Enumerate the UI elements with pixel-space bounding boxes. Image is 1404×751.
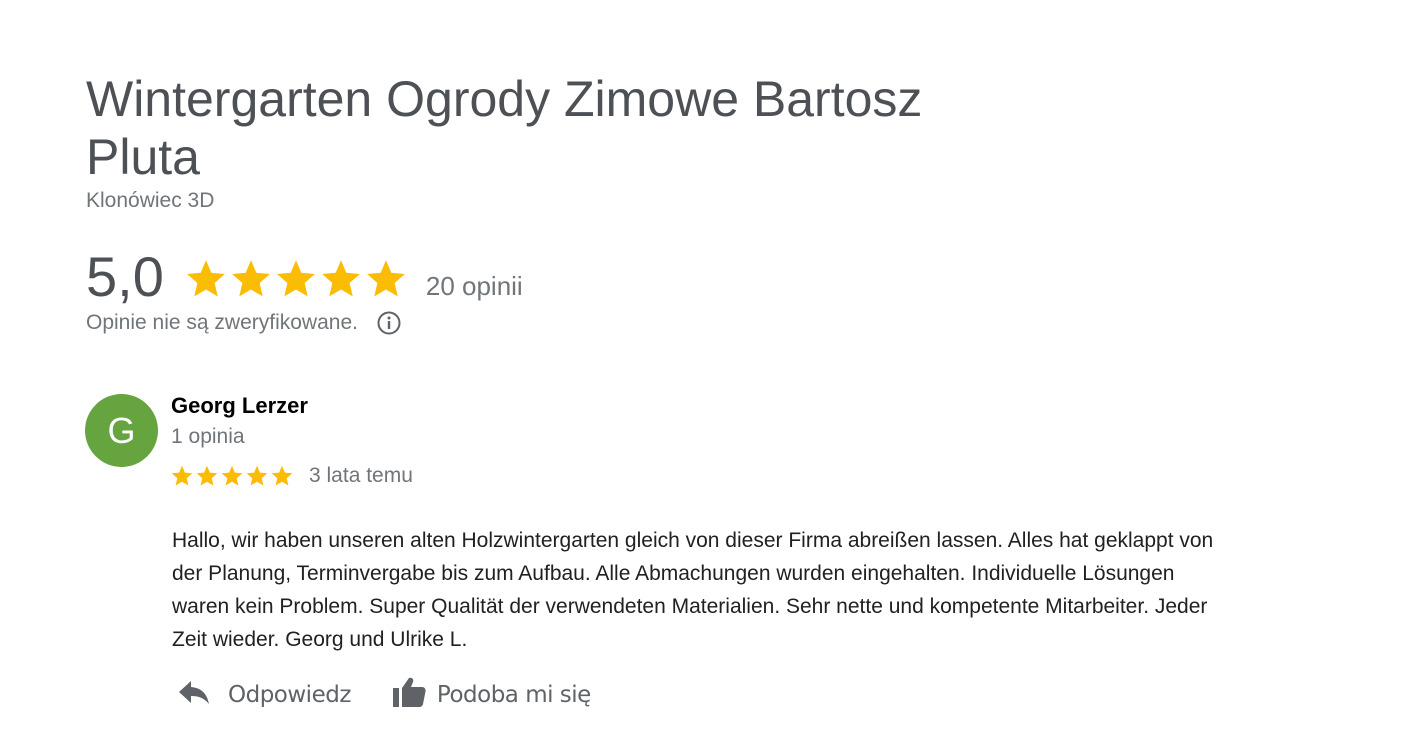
reviewer-name[interactable]: Georg Lerzer bbox=[171, 393, 308, 419]
like-button[interactable]: Podoba mi się bbox=[391, 674, 591, 715]
star-icon bbox=[186, 260, 225, 297]
business-title: Wintergarten Ogrody Zimowe Bartosz Pluta bbox=[86, 71, 923, 185]
review-count-link[interactable]: 20 opinii bbox=[426, 271, 523, 302]
star-icon bbox=[366, 260, 405, 297]
verification-notice: Opinie nie są zweryfikowane. bbox=[86, 310, 402, 336]
reply-arrow-icon bbox=[176, 674, 212, 715]
review-stars bbox=[170, 464, 295, 488]
review-actions: Odpowiedz Podoba mi się bbox=[176, 674, 591, 715]
star-icon bbox=[196, 465, 218, 486]
reply-label: Odpowiedz bbox=[228, 681, 351, 708]
star-icon bbox=[321, 260, 360, 297]
star-icon bbox=[246, 465, 268, 486]
like-label: Podoba mi się bbox=[436, 681, 591, 708]
info-icon[interactable] bbox=[376, 310, 402, 336]
verification-text: Opinie nie są zweryfikowane. bbox=[86, 311, 358, 334]
business-address: Klonówiec 3D bbox=[86, 189, 215, 212]
review-page: Wintergarten Ogrody Zimowe Bartosz Pluta… bbox=[0, 0, 1404, 751]
reply-button[interactable]: Odpowiedz bbox=[176, 674, 351, 715]
rating-summary: 5,0 20 opinii bbox=[86, 242, 523, 312]
reviewer-avatar[interactable]: G bbox=[85, 394, 158, 467]
star-icon bbox=[271, 465, 293, 486]
star-icon bbox=[171, 465, 193, 486]
thumbs-up-icon bbox=[391, 674, 427, 715]
star-icon bbox=[231, 260, 270, 297]
review-meta: 3 lata temu bbox=[170, 464, 413, 488]
reviewer-review-count: 1 opinia bbox=[171, 425, 245, 448]
star-icon bbox=[221, 465, 243, 486]
star-icon bbox=[276, 260, 315, 297]
review-date: 3 lata temu bbox=[309, 464, 413, 487]
rating-value: 5,0 bbox=[86, 245, 164, 308]
rating-stars bbox=[184, 257, 409, 301]
review-text: Hallo, wir haben unseren alten Holzwinte… bbox=[172, 529, 1214, 651]
